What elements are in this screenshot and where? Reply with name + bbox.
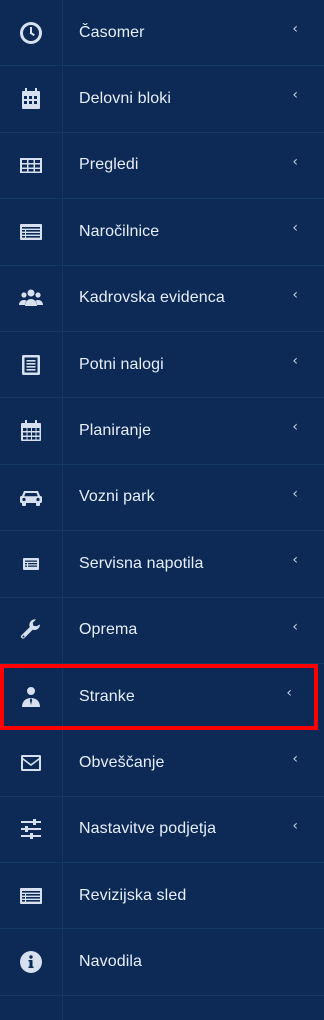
sidebar-item-potni-nalogi[interactable]: Potni nalogi ‹ xyxy=(0,331,324,399)
chevron-left-icon: ‹ xyxy=(292,552,298,569)
sidebar-item-stranke[interactable]: Stranke ‹ xyxy=(0,663,318,731)
sidebar-item-servisna-napotila[interactable]: Servisna napotila ‹ xyxy=(0,531,324,598)
car-icon xyxy=(0,464,63,531)
sidebar-item-label: Servisna napotila xyxy=(79,554,204,572)
chevron-left-icon: ‹ xyxy=(286,684,292,701)
sidebar-item-label: Nastavitve podjetja xyxy=(79,820,217,838)
clock-icon xyxy=(0,0,63,66)
chevron-left-icon: ‹ xyxy=(292,419,298,436)
sidebar-item-label: Kadrovska evidenca xyxy=(79,289,225,307)
sidebar-item-label: Delovni bloki xyxy=(79,90,172,108)
sidebar-item-narocilnice[interactable]: Naročilnice ‹ xyxy=(0,199,324,266)
chevron-left-icon: ‹ xyxy=(292,618,298,635)
users-icon xyxy=(0,265,63,331)
info-icon xyxy=(0,929,63,995)
sidebar-item-nastavitve-podjetja[interactable]: Nastavitve podjetja ‹ xyxy=(0,796,324,864)
chevron-left-icon: ‹ xyxy=(292,153,298,170)
list-small-icon xyxy=(0,531,63,597)
list-icon xyxy=(0,863,63,929)
envelope-icon xyxy=(0,730,63,796)
table-icon xyxy=(0,132,63,199)
sidebar-item-label: Navodila xyxy=(79,953,143,971)
chevron-left-icon: ‹ xyxy=(292,751,298,768)
sidebar-item-label: Potni nalogi xyxy=(79,355,164,373)
sidebar-item-label: Naročilnice xyxy=(79,222,160,240)
sliders-icon xyxy=(0,796,63,863)
chevron-left-icon: ‹ xyxy=(292,485,298,502)
sidebar-item-label: Revizijska sled xyxy=(79,886,187,904)
sidebar-item-oprema[interactable]: Oprema ‹ xyxy=(0,597,324,664)
calendar-grid-icon xyxy=(0,398,63,464)
chevron-left-icon: ‹ xyxy=(292,87,298,104)
chevron-left-icon: ‹ xyxy=(292,352,298,369)
sidebar-item-label: Planiranje xyxy=(79,422,152,440)
sidebar-item-label: Vozni park xyxy=(79,488,155,506)
user-tie-icon xyxy=(0,663,63,730)
sidebar-item-label: Obveščanje xyxy=(79,753,165,771)
sidebar-item-planiranje[interactable]: Planiranje ‹ xyxy=(0,398,324,465)
sidebar-item-vozni-park[interactable]: Vozni park ‹ xyxy=(0,464,324,532)
sidebar-item-label: Pregledi xyxy=(79,156,139,174)
wrench-icon xyxy=(0,597,63,663)
sidebar-menu: Časomer ‹ Delovni bloki ‹ Pregledi ‹ Nar… xyxy=(0,0,324,996)
chevron-left-icon: ‹ xyxy=(292,21,298,37)
document-icon xyxy=(0,331,63,398)
chevron-left-icon: ‹ xyxy=(292,817,298,834)
sidebar-item-label: Stranke xyxy=(79,687,135,705)
sidebar-icon-column-fill xyxy=(0,995,63,1020)
calendar-icon xyxy=(0,66,63,132)
chevron-left-icon: ‹ xyxy=(292,286,298,303)
sidebar-item-obvescanje[interactable]: Obveščanje ‹ xyxy=(0,730,324,797)
list-icon xyxy=(0,199,63,265)
sidebar-item-label: Časomer xyxy=(79,23,145,41)
sidebar-item-pregledi[interactable]: Pregledi ‹ xyxy=(0,132,324,200)
sidebar-item-casomer[interactable]: Časomer ‹ xyxy=(0,0,324,67)
sidebar-item-revizijska-sled[interactable]: Revizijska sled xyxy=(0,863,324,930)
sidebar-item-delovni-bloki[interactable]: Delovni bloki ‹ xyxy=(0,66,324,133)
chevron-left-icon: ‹ xyxy=(292,220,298,237)
sidebar-item-navodila[interactable]: Navodila xyxy=(0,929,324,996)
sidebar-item-label: Oprema xyxy=(79,621,138,639)
sidebar-item-kadrovska-evidenca[interactable]: Kadrovska evidenca ‹ xyxy=(0,265,324,332)
sidebar: Časomer ‹ Delovni bloki ‹ Pregledi ‹ Nar… xyxy=(0,0,324,1020)
